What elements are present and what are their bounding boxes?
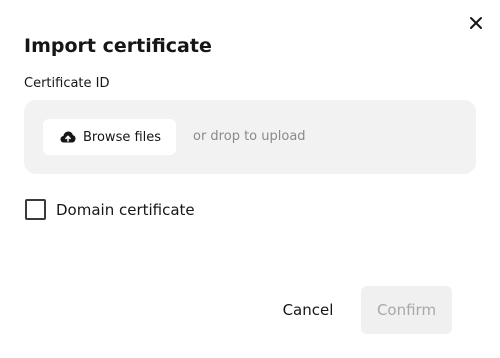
browse-files-button[interactable]: Browse files bbox=[43, 119, 177, 155]
file-dropzone[interactable]: Browse files or drop to upload bbox=[24, 100, 476, 174]
close-icon bbox=[470, 17, 482, 29]
confirm-button[interactable]: Confirm bbox=[361, 286, 452, 334]
cloud-upload-icon bbox=[60, 131, 76, 143]
close-button[interactable] bbox=[466, 13, 486, 33]
browse-files-label: Browse files bbox=[83, 129, 162, 145]
import-certificate-dialog: Import certificate Certificate ID Browse… bbox=[0, 0, 500, 358]
domain-certificate-label: Domain certificate bbox=[56, 200, 195, 219]
dialog-title: Import certificate bbox=[24, 35, 212, 57]
certificate-id-label: Certificate ID bbox=[24, 76, 110, 91]
domain-certificate-option[interactable]: Domain certificate bbox=[25, 199, 195, 220]
cancel-button[interactable]: Cancel bbox=[268, 286, 348, 334]
drop-hint-text: or drop to upload bbox=[193, 129, 306, 144]
domain-certificate-checkbox[interactable] bbox=[25, 199, 46, 220]
